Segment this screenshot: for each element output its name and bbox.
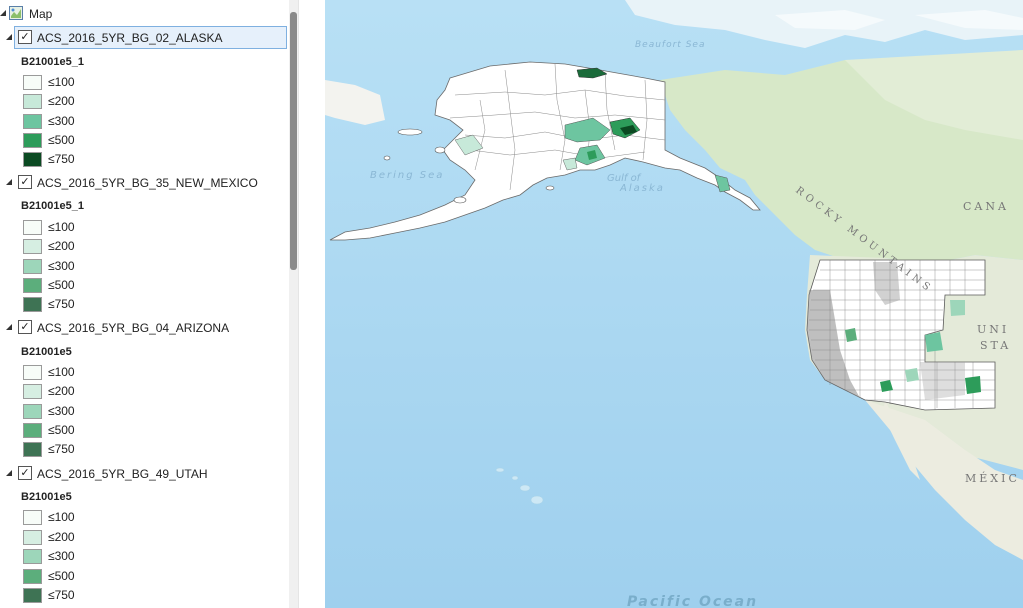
legend-swatch [23, 133, 42, 148]
layer-row-new-mexico[interactable]: ✓ ACS_2016_5YR_BG_35_NEW_MEXICO [0, 173, 285, 193]
legend-swatch [23, 94, 42, 109]
legend-swatch [23, 114, 42, 129]
legend-swatch [23, 423, 42, 438]
layer-row-alaska[interactable]: ✓ ACS_2016_5YR_BG_02_ALASKA [0, 28, 285, 48]
layer-name: ACS_2016_5YR_BG_49_UTAH [37, 467, 208, 481]
legend-swatch [23, 530, 42, 545]
legend-swatch [23, 510, 42, 525]
layer-name: ACS_2016_5YR_BG_04_ARIZONA [37, 321, 230, 335]
map-label-pacific-ocean: Pacific Ocean [627, 594, 759, 608]
layer-row-arizona[interactable]: ✓ ACS_2016_5YR_BG_04_ARIZONA [0, 318, 285, 338]
legend-class-label: ≤200 [48, 94, 75, 108]
legend-swatch [23, 297, 42, 312]
legend-class-label: ≤100 [48, 220, 75, 234]
legend-swatch [23, 549, 42, 564]
collapse-triangle-icon[interactable] [0, 10, 7, 17]
legend-class-label: ≤200 [48, 384, 75, 398]
legend-swatch [23, 75, 42, 90]
legend-swatch [23, 259, 42, 274]
legend-class-label: ≤500 [48, 423, 75, 437]
legend-class-label: ≤300 [48, 114, 75, 128]
layer-row-utah[interactable]: ✓ ACS_2016_5YR_BG_49_UTAH [0, 464, 285, 484]
collapse-triangle-icon[interactable] [6, 324, 13, 331]
symbology-field-label: B21001e5_1 [21, 200, 85, 212]
collapse-triangle-icon[interactable] [6, 470, 13, 477]
collapse-triangle-icon[interactable] [6, 179, 13, 186]
scrollbar-thumb[interactable] [290, 12, 297, 270]
legend-class-label: ≤300 [48, 549, 75, 563]
legend-swatch [23, 239, 42, 254]
legend-swatch [23, 152, 42, 167]
legend-class-label: ≤100 [48, 510, 75, 524]
legend-class-label: ≤300 [48, 259, 75, 273]
map-label-beaufort-sea: Beaufort Sea [635, 40, 706, 50]
layer-visibility-checkbox[interactable]: ✓ [18, 175, 32, 189]
legend-class-label: ≤200 [48, 239, 75, 253]
symbology-field-label: B21001e5_1 [21, 56, 85, 68]
legend-class-label: ≤750 [48, 588, 75, 602]
layer-visibility-checkbox[interactable]: ✓ [18, 466, 32, 480]
legend-class-label: ≤100 [48, 365, 75, 379]
map-label-canada: CANA [963, 200, 1009, 213]
map-label-mexico: MÉXIC [965, 472, 1020, 485]
map-view[interactable]: Beaufort Sea Bering Sea Gulf of Alaska R… [325, 0, 1023, 608]
layer-name: ACS_2016_5YR_BG_02_ALASKA [37, 31, 223, 45]
legend-swatch [23, 278, 42, 293]
layer-name: ACS_2016_5YR_BG_35_NEW_MEXICO [37, 176, 258, 190]
layer-visibility-checkbox[interactable]: ✓ [18, 320, 32, 334]
map-label-bering-sea: Bering Sea [370, 170, 445, 181]
contents-pane: Map ✓ ACS_2016_5YR_BG_02_ALASKA B21001e5… [0, 0, 300, 608]
legend-swatch [23, 365, 42, 380]
legend-class-label: ≤500 [48, 278, 75, 292]
legend-class-label: ≤300 [48, 404, 75, 418]
legend-swatch [23, 220, 42, 235]
legend-class-label: ≤500 [48, 569, 75, 583]
pane-divider [298, 0, 325, 608]
legend-swatch [23, 404, 42, 419]
legend-class-label: ≤750 [48, 152, 75, 166]
legend-class-label: ≤200 [48, 530, 75, 544]
symbology-field-label: B21001e5 [21, 491, 72, 503]
map-label: Map [29, 7, 53, 21]
legend-swatch [23, 384, 42, 399]
legend-class-label: ≤100 [48, 75, 75, 89]
legend-swatch [23, 588, 42, 603]
layer-visibility-checkbox[interactable]: ✓ [18, 30, 32, 44]
legend-swatch [23, 442, 42, 457]
legend-swatch [23, 569, 42, 584]
map-label-states: STA [980, 339, 1012, 352]
collapse-triangle-icon[interactable] [6, 34, 13, 41]
map-label-gulf-of-alaska-line2: Alaska [620, 183, 665, 194]
legend-class-label: ≤750 [48, 297, 75, 311]
map-icon [9, 6, 23, 20]
map-label-united: UNI [977, 323, 1010, 336]
symbology-field-label: B21001e5 [21, 346, 72, 358]
legend-class-label: ≤750 [48, 442, 75, 456]
contents-scrollbar[interactable] [289, 0, 298, 608]
basemap [325, 0, 1023, 608]
legend-class-label: ≤500 [48, 133, 75, 147]
